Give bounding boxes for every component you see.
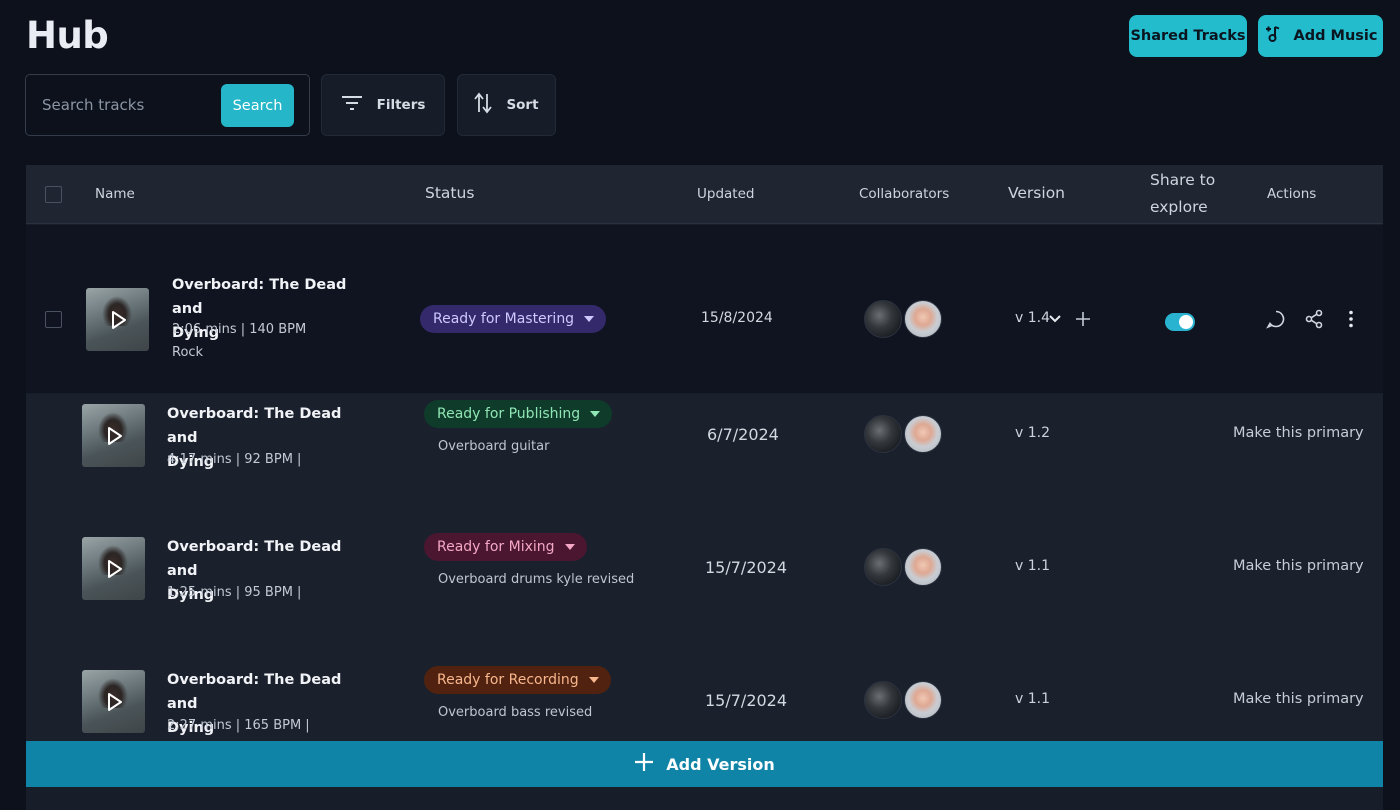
version-label: v 1.1 [1015,558,1050,574]
plus-icon [634,752,654,776]
column-actions: Actions [1267,186,1317,202]
search-container: Search [25,74,310,136]
play-icon[interactable] [82,404,145,467]
filters-button[interactable]: Filters [321,74,445,136]
track-genre: Rock [172,345,204,360]
column-collaborators: Collaborators [859,186,950,202]
comment-icon[interactable] [1264,307,1288,331]
track-artwork[interactable] [86,288,149,351]
make-primary-button[interactable]: Make this primary [1233,691,1364,707]
filters-label: Filters [376,97,426,113]
play-icon[interactable] [86,288,149,351]
track-title-line1: Overboard: The Dead and [167,672,342,712]
track-title-line1: Overboard: The Dead and [167,539,342,579]
avatar[interactable] [904,415,942,453]
shared-tracks-label: Shared Tracks [1130,28,1246,44]
share-toggle[interactable] [1165,313,1195,331]
status-dropdown[interactable]: Ready for Publishing [424,400,613,428]
search-button[interactable]: Search [221,84,294,127]
status-label: Ready for Publishing [437,406,581,422]
status-label: Ready for Mastering [433,311,575,327]
status-label: Ready for Mixing [437,539,555,555]
music-note-plus-icon [1264,24,1284,48]
avatar[interactable] [904,681,942,719]
version-row[interactable]: Overboard: The Dead and Dying 2:27 mins … [26,660,1383,741]
track-artwork[interactable] [82,537,145,600]
version-row[interactable]: Overboard: The Dead and Dying 4:17 mins … [26,394,1383,527]
sort-arrows-icon [474,92,493,118]
row-checkbox[interactable] [45,311,62,328]
avatar[interactable] [904,300,942,338]
shared-tracks-button[interactable]: Shared Tracks [1129,15,1247,57]
updated-date: 15/7/2024 [705,558,788,577]
status-label: Ready for Recording [437,672,579,688]
filter-lines-icon [341,95,363,115]
play-icon[interactable] [82,670,145,733]
version-label: v 1.2 [1015,425,1050,441]
track-title-line1: Overboard: The Dead and [172,277,347,317]
page-title: Hub [26,14,109,57]
avatar[interactable] [864,681,902,719]
track-title-line1: Overboard: The Dead and [167,406,342,446]
add-version-label: Add Version [666,754,775,774]
version-note: Overboard bass revised [438,705,593,720]
track-duration-bpm: 2:06 mins | 140 BPM [172,322,307,337]
avatar[interactable] [864,548,902,586]
add-music-button[interactable]: Add Music [1258,15,1383,57]
caret-down-icon [590,411,601,417]
column-version[interactable]: Version [1008,184,1065,202]
avatar[interactable] [864,415,902,453]
status-dropdown[interactable]: Ready for Mixing [424,533,587,561]
search-input[interactable] [42,93,222,117]
caret-down-icon [584,316,595,322]
updated-date: 15/7/2024 [705,691,788,710]
avatar[interactable] [864,300,902,338]
add-version-button[interactable]: Add Version [26,741,1383,787]
track-duration-bpm: 2:27 mins | 165 BPM | [167,718,310,733]
version-note: Overboard guitar [438,439,550,454]
column-share-line2: explore [1150,198,1208,216]
tracks-table: Name Status Updated Collaborators Versio… [26,165,1383,810]
version-note: Overboard drums kyle revised [438,572,635,587]
avatar[interactable] [904,548,942,586]
chevron-down-icon[interactable] [1043,307,1067,331]
track-duration-bpm: 4:17 mins | 92 BPM | [167,452,302,467]
version-label: v 1.1 [1015,691,1050,707]
select-all-checkbox[interactable] [45,186,62,203]
status-dropdown[interactable]: Ready for Recording [424,666,611,694]
column-name[interactable]: Name [95,186,135,202]
share-icon[interactable] [1302,307,1326,331]
track-artwork[interactable] [82,404,145,467]
make-primary-button[interactable]: Make this primary [1233,558,1364,574]
plus-icon[interactable] [1071,307,1095,331]
column-updated[interactable]: Updated [697,186,754,202]
sort-label: Sort [506,97,539,113]
play-icon[interactable] [82,537,145,600]
updated-date: 15/8/2024 [701,310,773,326]
version-row[interactable]: Overboard: The Dead and Dying 1:25 mins … [26,527,1383,660]
track-duration-bpm: 1:25 mins | 95 BPM | [167,585,302,600]
column-share-line1: Share to [1150,171,1216,189]
more-vertical-icon[interactable] [1339,307,1363,331]
column-status[interactable]: Status [425,184,474,202]
table-header: Name Status Updated Collaborators Versio… [26,165,1383,224]
make-primary-button[interactable]: Make this primary [1233,425,1364,441]
sort-button[interactable]: Sort [457,74,556,136]
toggle-knob [1179,315,1193,329]
caret-down-icon [588,677,599,683]
track-artwork[interactable] [82,670,145,733]
table-row[interactable]: Overboard: The Dead and Dying 2:06 mins … [26,225,1383,393]
status-dropdown[interactable]: Ready for Mastering [420,305,607,333]
add-music-label: Add Music [1293,28,1378,44]
caret-down-icon [564,544,575,550]
updated-date: 6/7/2024 [707,425,779,444]
